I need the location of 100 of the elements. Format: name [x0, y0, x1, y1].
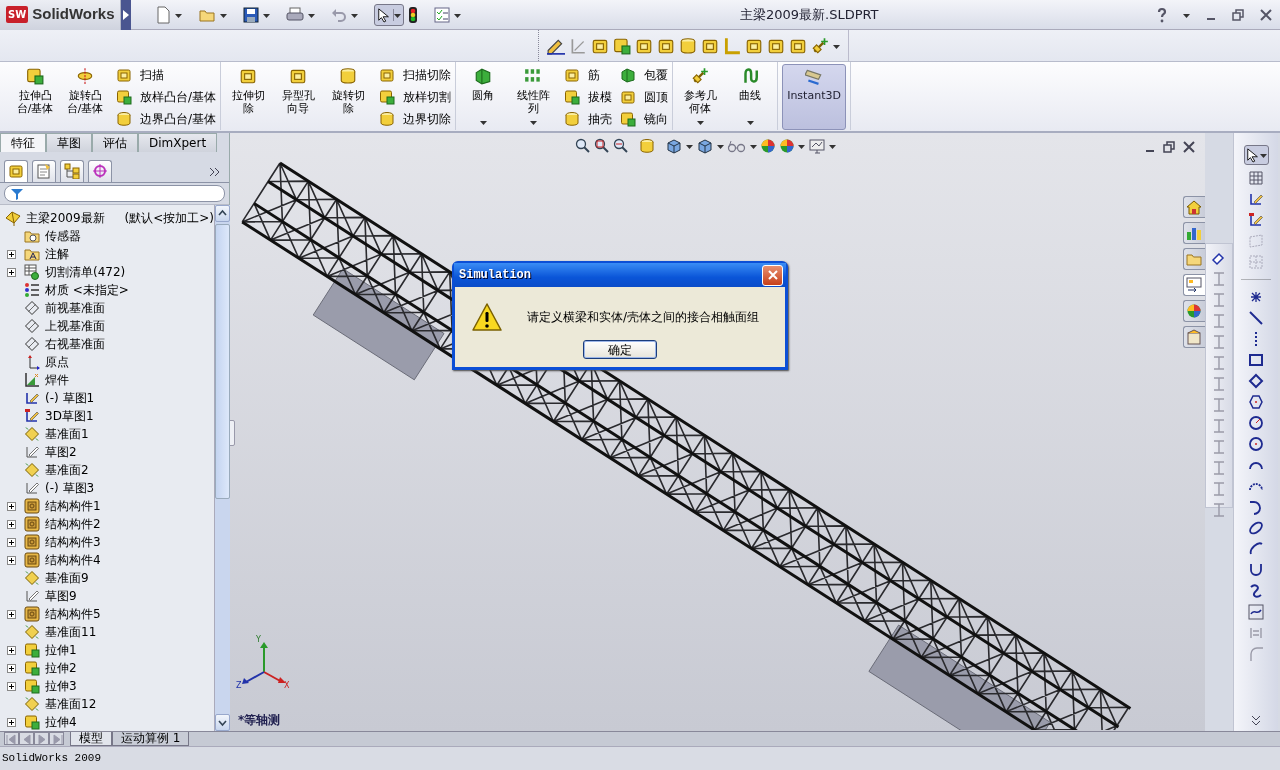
tree-item-label[interactable]: 结构构件4	[45, 551, 101, 569]
magnifier-icon[interactable]	[613, 138, 629, 154]
arrow-icon[interactable]	[123, 9, 130, 20]
task-pane-tab[interactable]	[1183, 300, 1205, 322]
dimxpert-tab[interactable]	[88, 160, 112, 182]
tree-item-label[interactable]: 上视基准面	[45, 317, 105, 335]
ok-button[interactable]: 确定	[583, 340, 657, 359]
ribbon-button[interactable]: 放样凸台/基体	[116, 86, 217, 108]
wand-icon[interactable]	[811, 36, 829, 55]
ribbon-button[interactable]: 旋转凸台/基体	[62, 64, 108, 130]
tree-item-label[interactable]: 草图2	[45, 443, 77, 461]
ribbon-button[interactable]: 扫描切除	[379, 64, 452, 86]
tree-item-label[interactable]: 基准面9	[45, 569, 89, 587]
ribbon-button[interactable]: 放样切割	[379, 86, 452, 108]
circle-icon[interactable]	[1248, 415, 1264, 431]
cube-icon[interactable]	[696, 138, 714, 154]
restore-icon[interactable]	[1163, 141, 1175, 153]
caret-icon[interactable]	[479, 119, 487, 127]
ribbon-button[interactable]: 边界凸台/基体	[116, 108, 217, 130]
ribbon-button[interactable]: 包覆	[620, 64, 669, 86]
scroll-down-button[interactable]	[215, 714, 231, 731]
curve-icon[interactable]	[1248, 562, 1264, 578]
expand-toggle[interactable]	[7, 663, 16, 673]
box-icon[interactable]	[679, 36, 697, 55]
dimension-icon[interactable]	[1211, 250, 1227, 266]
select-pointer-button[interactable]	[1243, 145, 1269, 165]
scrollbar-thumb[interactable]	[215, 224, 231, 499]
diamond-icon[interactable]	[1248, 373, 1264, 389]
tree-item-label[interactable]: 传感器	[45, 227, 81, 245]
chevron-icon[interactable]	[1250, 715, 1262, 727]
expand-toggle[interactable]	[7, 645, 16, 655]
task-pane-tab[interactable]	[1183, 222, 1205, 244]
tree-item-label[interactable]: 拉伸4	[45, 713, 77, 731]
tree-item-label[interactable]: 基准面2	[45, 461, 89, 479]
traffic-light-icon[interactable]	[408, 5, 419, 24]
expand-toggle[interactable]	[7, 537, 16, 547]
expand-toggle[interactable]	[7, 681, 16, 691]
sphere-icon[interactable]	[760, 138, 776, 154]
magnifier-icon[interactable]	[575, 138, 591, 154]
property-tab[interactable]	[32, 160, 56, 182]
ribbon-button[interactable]: 拉伸切除	[225, 64, 272, 130]
tree-item-label[interactable]: 原点	[45, 353, 69, 371]
ribbon-button[interactable]: 抽壳	[564, 108, 613, 130]
ribbon-button[interactable]: 旋转切除	[325, 64, 372, 130]
tree-item-label[interactable]: 3D草图1	[45, 407, 94, 425]
ribbon-button[interactable]: 异型孔向导	[275, 64, 322, 130]
close-button[interactable]	[762, 264, 783, 286]
tree-item-label[interactable]: 基准面11	[45, 623, 97, 641]
close-icon[interactable]	[1260, 8, 1272, 21]
expand-toggle[interactable]	[7, 501, 16, 511]
sketch-icon[interactable]	[1248, 191, 1264, 207]
ribbon-button[interactable]: 线性阵列	[510, 64, 557, 130]
ribbon-button[interactable]: 镜向	[620, 108, 669, 130]
scroll-up-button[interactable]	[215, 205, 231, 222]
command-tab[interactable]: 特征	[0, 133, 46, 152]
tree-item-label[interactable]: 结构构件2	[45, 515, 101, 533]
help-icon[interactable]	[1157, 6, 1167, 23]
expand-toggle[interactable]	[7, 519, 16, 529]
tree-item-label[interactable]: 拉伸2	[45, 659, 77, 677]
spline-icon[interactable]	[1248, 583, 1264, 599]
caret-icon[interactable]	[696, 119, 704, 127]
tree-item-label[interactable]: 前视基准面	[45, 299, 105, 317]
monitor-icon[interactable]	[808, 138, 826, 154]
ribbon-button[interactable]: 边界切除	[379, 108, 452, 130]
expand-toggle[interactable]	[7, 717, 16, 727]
restore-icon[interactable]	[1232, 8, 1244, 21]
tree-item-label[interactable]: 切割清单(472)	[45, 263, 126, 281]
ribbon-button[interactable]: 圆顶	[620, 86, 669, 108]
task-pane-tab[interactable]	[1183, 274, 1205, 296]
line-icon[interactable]	[1248, 310, 1264, 326]
polygon-icon[interactable]	[1248, 394, 1264, 410]
ribbon-button[interactable]: 参考几何体	[677, 64, 724, 130]
checklist-icon[interactable]	[434, 6, 451, 23]
tree-item-label[interactable]: (-) 草图3	[45, 479, 95, 497]
tree-item-label[interactable]: 结构构件5	[45, 605, 101, 623]
command-tab[interactable]: DimXpert	[138, 133, 218, 152]
caret-icon[interactable]	[746, 119, 754, 127]
tree-item-label[interactable]: 拉伸3	[45, 677, 77, 695]
ribbon-button[interactable]: 圆角	[460, 64, 507, 130]
filter-field[interactable]	[4, 185, 225, 202]
section-view-icon[interactable]	[639, 138, 655, 154]
ribbon-button[interactable]: Instant3D	[782, 64, 847, 130]
ribbon-button[interactable]: 曲线	[727, 64, 774, 130]
cube-icon[interactable]	[665, 138, 683, 154]
task-pane-tab[interactable]	[1183, 326, 1205, 348]
arc-icon[interactable]	[1248, 499, 1264, 515]
ribbon-button[interactable]: 拔模	[564, 86, 613, 108]
sphere-icon[interactable]	[779, 138, 795, 154]
sketch-icon[interactable]	[1248, 212, 1264, 228]
tree-item-label[interactable]: 草图9	[45, 587, 77, 605]
printer-icon[interactable]	[286, 6, 305, 23]
tree-item-label[interactable]: 拉伸1	[45, 641, 77, 659]
select-pointer-button[interactable]	[374, 3, 405, 26]
close-icon[interactable]	[1183, 141, 1195, 153]
tree-item-label[interactable]: 注解	[45, 245, 69, 263]
tree-item-label[interactable]: 焊件	[45, 371, 69, 389]
tree-item-label[interactable]: 基准面12	[45, 695, 97, 713]
feature-tree-tab[interactable]	[4, 160, 28, 182]
tree-item-label[interactable]: 右视基准面	[45, 335, 105, 353]
box-icon[interactable]	[613, 36, 631, 55]
